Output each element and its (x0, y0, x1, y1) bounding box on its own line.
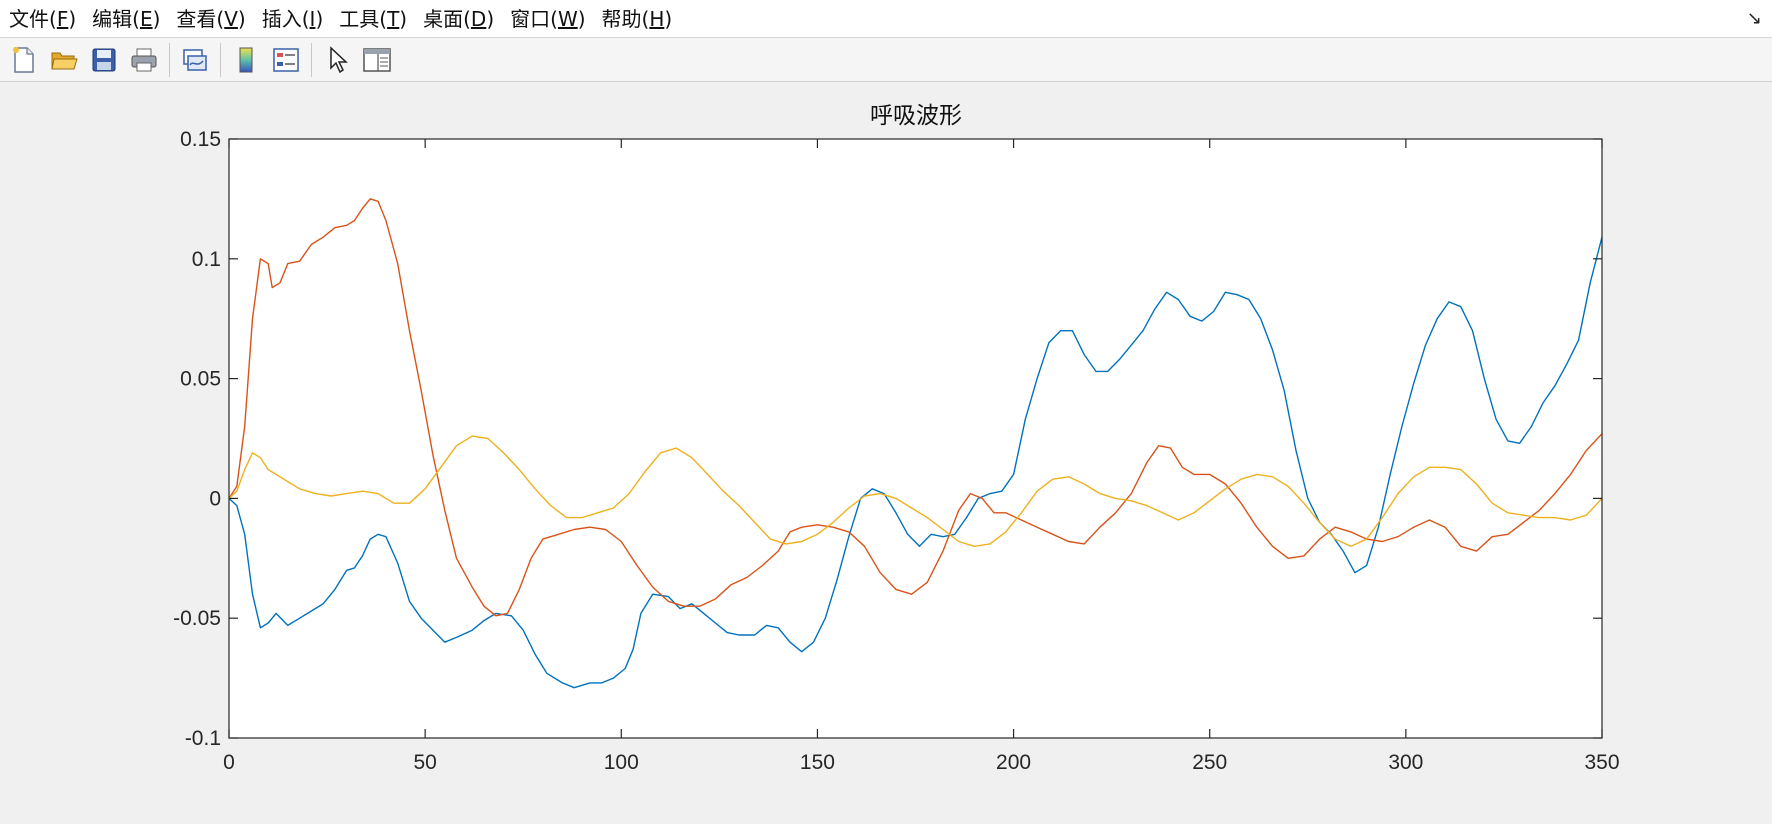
x-tick-label: 250 (1192, 751, 1227, 774)
menu-item-h[interactable]: 帮助(H) (593, 0, 680, 38)
y-tick-label: -0.1 (185, 727, 221, 750)
plot-area (229, 139, 1602, 738)
chart-title: 呼吸波形 (870, 102, 962, 128)
open-folder-icon[interactable] (47, 43, 81, 77)
new-file-icon[interactable] (7, 43, 41, 77)
y-tick-label: -0.05 (173, 607, 221, 630)
y-tick-label: 0.15 (180, 128, 221, 151)
pointer-icon[interactable] (320, 43, 354, 77)
menu-item-label-end: ) (237, 6, 246, 31)
menu-item-t[interactable]: 工具(T) (330, 0, 414, 38)
link-plot-icon[interactable] (178, 43, 212, 77)
menu-item-e[interactable]: 编辑(E) (83, 0, 167, 38)
menu-accelerator: T (387, 6, 400, 31)
toolbar-separator (220, 42, 221, 77)
menu-item-w[interactable]: 窗口(W) (501, 0, 592, 38)
menu-item-label: 窗口( (510, 6, 558, 31)
menu-item-label: 查看( (176, 6, 225, 31)
menu-accelerator: W (557, 6, 578, 31)
x-tick-label: 300 (1388, 751, 1423, 774)
menu-item-label-end: ) (68, 6, 77, 31)
y-tick-label: 0.1 (192, 248, 221, 271)
menu-item-label-end: ) (152, 6, 161, 31)
x-tick-label: 50 (413, 751, 436, 774)
menu-items: 文件(F) 编辑(E) 查看(V) 插入(I) 工具(T) 桌面(D) 窗口(W) 帮助(H) (0, 0, 679, 38)
x-tick-label: 200 (996, 751, 1031, 774)
menu-item-label-end: ) (399, 6, 408, 31)
property-panel-icon[interactable] (360, 43, 394, 77)
menu-accelerator: H (649, 6, 665, 31)
colorbar-icon[interactable] (229, 43, 263, 77)
menu-item-label-end: ) (664, 6, 673, 31)
x-tick-label: 350 (1584, 751, 1619, 774)
menu-item-label-end: ) (315, 6, 324, 31)
menu-accelerator: F (56, 6, 69, 31)
menu-item-label-end: ) (486, 6, 495, 31)
menu-item-v[interactable]: 查看(V) (167, 0, 252, 38)
figure-toolbar (0, 38, 1772, 82)
menu-item-label: 插入( (261, 6, 310, 31)
menu-bar: 文件(F) 编辑(E) 查看(V) 插入(I) 工具(T) 桌面(D) 窗口(W) 帮助(H)… (0, 0, 1772, 38)
menu-item-label: 编辑( (92, 6, 140, 31)
toolbar-separator (169, 42, 170, 77)
toolbar-separator (311, 42, 312, 77)
menu-item-d[interactable]: 桌面(D) (414, 0, 501, 38)
menu-item-label: 工具( (339, 6, 388, 31)
save-icon[interactable] (87, 43, 121, 77)
menu-item-f[interactable]: 文件(F) (0, 0, 83, 38)
menu-item-label: 文件( (9, 6, 57, 31)
menu-item-label: 帮助( (601, 6, 650, 31)
line-chart[interactable]: 0 50 100 150 200 250 300 350 -0.1 -0.05 0 0.05 0.1 0.… (0, 82, 1772, 820)
dock-icon[interactable]: ↘ (1747, 0, 1762, 38)
x-tick-label: 100 (604, 751, 639, 774)
menu-accelerator: V (224, 6, 238, 31)
y-tick-label: 0.05 (180, 368, 221, 391)
x-tick-label: 150 (800, 751, 835, 774)
legend-icon[interactable] (269, 43, 303, 77)
y-tick-label: 0 (209, 487, 221, 510)
x-tick-label: 0 (223, 751, 235, 774)
print-icon[interactable] (127, 43, 161, 77)
menu-accelerator: D (470, 6, 487, 31)
menu-accelerator: E (139, 6, 153, 31)
menu-item-i[interactable]: 插入(I) (253, 0, 331, 38)
figure-canvas: 0 50 100 150 200 250 300 350 -0.1 -0.05 0 0.05 0.1 0.… (0, 82, 1772, 820)
menu-item-label-end: ) (577, 6, 586, 31)
menu-item-label: 桌面( (423, 6, 471, 31)
